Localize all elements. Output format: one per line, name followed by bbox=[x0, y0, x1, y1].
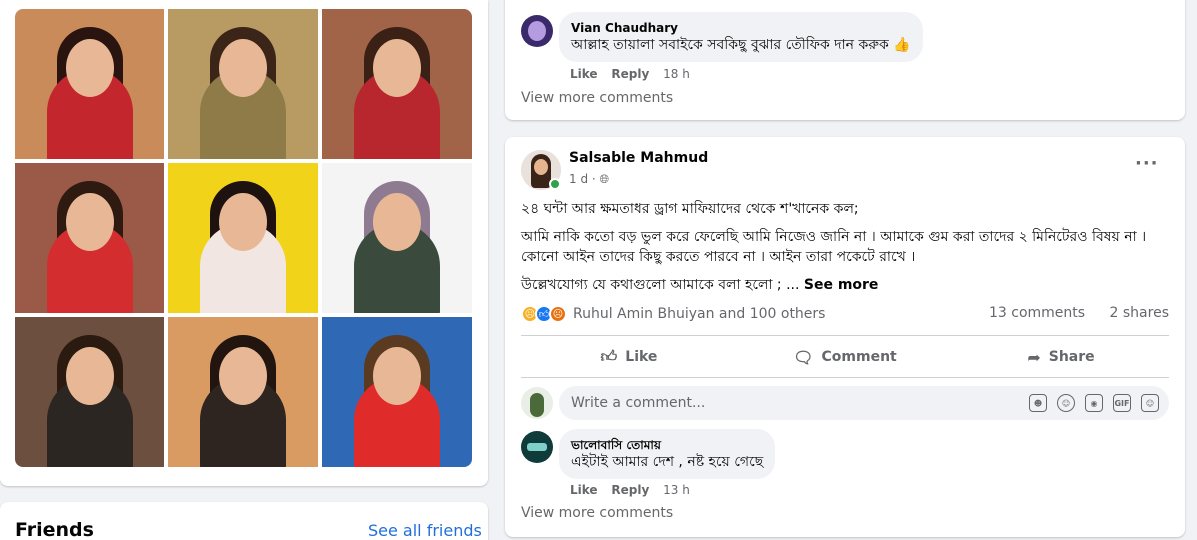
angry-reaction-icon: ☹ bbox=[549, 305, 567, 323]
engagement-counts: 13 comments 2 shares bbox=[969, 305, 1169, 321]
photo-3[interactable] bbox=[322, 9, 472, 159]
see-more-link[interactable]: See more bbox=[804, 277, 879, 293]
photo-1[interactable] bbox=[15, 9, 164, 159]
photo-8[interactable] bbox=[168, 317, 318, 467]
comment-icon: 🗨︎ bbox=[793, 347, 814, 367]
online-status-dot bbox=[549, 178, 561, 190]
avatar-sticker-icon[interactable]: ☻ bbox=[1029, 394, 1047, 412]
reactions-summary[interactable]: ☹ 👍︎ ☹ Ruhul Amin Bhuiyan and 100 others bbox=[521, 303, 825, 325]
photo-figure-face bbox=[219, 193, 267, 251]
commenter-avatar[interactable] bbox=[521, 431, 553, 463]
photo-7[interactable] bbox=[15, 317, 164, 467]
post-author-name[interactable]: Salsable Mahmud bbox=[569, 150, 708, 166]
view-more-comments[interactable]: View more comments bbox=[521, 505, 673, 521]
write-comment-placeholder: Write a comment... bbox=[571, 395, 706, 411]
comment-tools: ☻ ☺ ◉ GIF ☺ bbox=[1029, 394, 1159, 412]
photo-figure-face bbox=[219, 347, 267, 405]
photo-figure-face bbox=[219, 39, 267, 97]
share-button-label: Share bbox=[1048, 349, 1095, 365]
comment-reply-link[interactable]: Reply bbox=[611, 67, 649, 81]
thumbs-up-icon: 👍︎ bbox=[600, 347, 618, 366]
comment-time[interactable]: 13 h bbox=[663, 483, 690, 497]
post-card: Salsable Mahmud 1 d · 🌐︎ ··· ২৪ ঘন্টা আর… bbox=[505, 137, 1185, 537]
comments-count[interactable]: 13 comments bbox=[989, 305, 1085, 321]
commenter-avatar[interactable] bbox=[521, 15, 553, 47]
comment-like-link[interactable]: Like bbox=[570, 483, 598, 497]
comment-time[interactable]: 18 h bbox=[663, 67, 690, 81]
post-body: ২৪ ঘন্টা আর ক্ষমতাধর ড্রাগ মাফিয়াদের থে… bbox=[521, 199, 1171, 303]
reaction-names[interactable]: Ruhul Amin Bhuiyan and 100 others bbox=[573, 306, 825, 322]
globe-icon: 🌐︎ bbox=[599, 172, 610, 186]
photo-figure-face bbox=[373, 347, 421, 405]
post-action-row: 👍︎ Like 🗨︎ Comment ➦ Share bbox=[521, 340, 1169, 374]
current-user-avatar[interactable] bbox=[521, 387, 553, 419]
comment-button[interactable]: 🗨︎ Comment bbox=[737, 340, 953, 374]
photo-figure-face bbox=[373, 39, 421, 97]
author-avatar[interactable] bbox=[521, 150, 561, 190]
divider bbox=[521, 335, 1169, 336]
photo-9[interactable] bbox=[322, 317, 472, 467]
post-paragraph: ২৪ ঘন্টা আর ক্ষমতাধর ড্রাগ মাফিয়াদের থে… bbox=[521, 201, 859, 217]
comment-bubble: ভালোবাসি তোমায় এইটাই আমার দেশ , নষ্ট হয… bbox=[559, 429, 776, 479]
share-button[interactable]: ➦ Share bbox=[953, 340, 1169, 374]
camera-icon[interactable]: ◉ bbox=[1085, 394, 1103, 412]
comment-bubble: Vian Chaudhary আল্লাহ তায়ালা সবাইকে সবক… bbox=[559, 12, 923, 62]
friends-title: Friends bbox=[15, 519, 94, 540]
post-paragraph-text: উল্লেখযোগ্য যে কথাগুলো আমাকে বলা হলো ; .… bbox=[521, 277, 804, 293]
share-icon: ➦ bbox=[1027, 347, 1041, 367]
gif-icon[interactable]: GIF bbox=[1113, 394, 1131, 412]
photo-figure-face bbox=[373, 193, 421, 251]
photo-6[interactable] bbox=[322, 163, 472, 313]
shares-count[interactable]: 2 shares bbox=[1110, 305, 1169, 321]
like-button[interactable]: 👍︎ Like bbox=[521, 340, 737, 374]
photo-5[interactable] bbox=[168, 163, 318, 313]
photo-grid bbox=[15, 9, 472, 467]
photo-figure-face bbox=[65, 193, 114, 251]
photo-2[interactable] bbox=[168, 9, 318, 159]
comment-reply-link[interactable]: Reply bbox=[611, 483, 649, 497]
comment-like-link[interactable]: Like bbox=[570, 67, 598, 81]
friends-card: Friends See all friends bbox=[0, 502, 488, 540]
photo-4[interactable] bbox=[15, 163, 164, 313]
photo-figure-face bbox=[65, 347, 114, 405]
write-comment-box[interactable]: Write a comment... ☻ ☺ ◉ GIF ☺ bbox=[559, 386, 1169, 420]
divider bbox=[521, 377, 1169, 378]
photo-figure-face bbox=[65, 39, 114, 97]
post-paragraph: আমি নাকি কতো বড় ভুল করে ফেলেছি আমি নিজে… bbox=[521, 229, 1147, 265]
post-paragraph: উল্লেখযোগ্য যে কথাগুলো আমাকে বলা হলো ; .… bbox=[521, 275, 1171, 295]
comment-author[interactable]: Vian Chaudhary bbox=[571, 20, 911, 36]
post-timestamp[interactable]: 1 d · bbox=[569, 172, 600, 186]
view-more-comments[interactable]: View more comments bbox=[521, 90, 673, 106]
photos-card bbox=[0, 0, 488, 486]
previous-post-card: Vian Chaudhary আল্লাহ তায়ালা সবাইকে সবক… bbox=[505, 0, 1185, 120]
comment-actions: Like Reply 18 h bbox=[570, 67, 700, 81]
see-all-friends-link[interactable]: See all friends bbox=[368, 521, 482, 540]
comment-button-label: Comment bbox=[821, 349, 897, 365]
comment-author[interactable]: ভালোবাসি তোমায় bbox=[571, 437, 763, 453]
emoji-icon[interactable]: ☺ bbox=[1057, 394, 1075, 412]
more-options-icon[interactable]: ··· bbox=[1135, 153, 1159, 174]
comment-actions: Like Reply 13 h bbox=[570, 483, 700, 497]
sticker-icon[interactable]: ☺ bbox=[1141, 394, 1159, 412]
comment-text: এইটাই আমার দেশ , নষ্ট হয়ে গেছে bbox=[571, 454, 764, 470]
comment-text: আল্লাহ তায়ালা সবাইকে সবকিছু বুঝার তৌফিক… bbox=[571, 37, 911, 53]
post-meta: 1 d · 🌐︎ bbox=[569, 172, 609, 187]
like-button-label: Like bbox=[625, 349, 658, 365]
